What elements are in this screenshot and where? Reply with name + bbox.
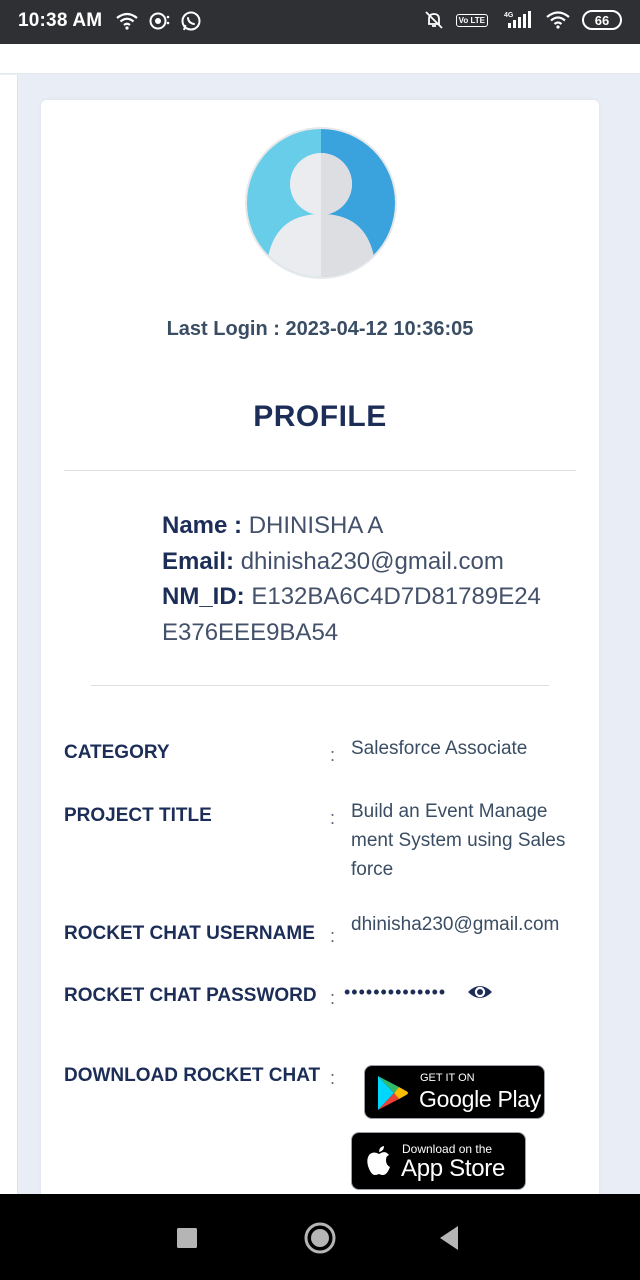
name-value: DHINISHA A [248, 512, 384, 539]
divider [91, 685, 549, 686]
status-left-icons [116, 10, 202, 32]
google-play-badge[interactable]: GET IT ON Google Play [364, 1065, 545, 1119]
separator: : [330, 745, 336, 765]
nmid-row: NM_ID: E132BA6C4D7D81789E24 E376EEE9BA54 [162, 579, 562, 650]
google-play-icon [378, 1076, 408, 1110]
signal-icon: 4G [504, 11, 531, 28]
apple-icon [367, 1146, 390, 1175]
project-title-label: PROJECT TITLE [64, 805, 212, 826]
chat-bubble-icon [149, 12, 170, 30]
google-play-big-text: Google Play [419, 1086, 541, 1112]
category-value: Salesforce Associate [351, 738, 528, 759]
divider [64, 470, 576, 471]
back-button[interactable] [438, 1225, 460, 1251]
app-store-small-text: Download on the [402, 1142, 493, 1156]
profile-card: Last Login : 2023-04-12 10:36:05 PROFILE… [41, 100, 599, 1200]
status-bar: 10:38 AM Vo LTE 4G 66 [0, 0, 640, 44]
email-value: dhinisha230@gmail.com [240, 547, 504, 575]
muted-bell-icon [424, 11, 443, 29]
battery-icon: 66 [582, 10, 622, 30]
name-label: Name : [162, 512, 243, 539]
navigation-bar [0, 1194, 640, 1280]
download-rocket-chat-label: DOWNLOAD ROCKET CHAT [64, 1065, 321, 1086]
app-store-badge[interactable]: Download on the App Store [351, 1132, 526, 1190]
email-label: Email: [162, 547, 235, 575]
separator: : [330, 926, 336, 946]
wifi-icon [116, 12, 138, 30]
rocket-chat-password-label: ROCKET CHAT PASSWORD [64, 985, 317, 1006]
wifi-icon [546, 11, 570, 29]
show-password-eye-icon[interactable] [466, 982, 494, 1002]
svg-text:4G: 4G [504, 12, 514, 19]
separator: : [330, 808, 336, 828]
whatsapp-icon [181, 11, 201, 31]
left-sidebar-rail [0, 75, 18, 1195]
project-title-value: Build an Event Manage ment System using … [351, 801, 566, 880]
category-label: CATEGORY [64, 742, 170, 763]
last-login-value: 2023-04-12 10:36:05 [285, 318, 474, 340]
status-time: 10:38 AM [18, 10, 103, 31]
separator: : [330, 1068, 336, 1088]
page-title: PROFILE [253, 400, 387, 433]
volte-icon: Vo LTE [455, 13, 488, 27]
name-row: Name : DHINISHA A [162, 508, 562, 544]
google-play-small-text: GET IT ON [420, 1072, 475, 1084]
status-right-icons: Vo LTE 4G 66 [424, 10, 622, 30]
nmid-label: NM_ID: [162, 583, 245, 610]
email-row: Email: dhinisha230@gmail.com [162, 544, 562, 580]
profile-info: Name : DHINISHA A Email: dhinisha230@gma… [162, 508, 562, 650]
separator: : [330, 988, 336, 1008]
avatar [245, 127, 397, 279]
last-login: Last Login : 2023-04-12 10:36:05 [41, 318, 599, 341]
last-login-label: Last Login : [166, 318, 280, 340]
rocket-chat-username-label: ROCKET CHAT USERNAME [64, 923, 315, 944]
app-header [0, 44, 640, 74]
recents-button[interactable] [176, 1227, 198, 1249]
home-button[interactable] [303, 1221, 337, 1255]
password-value: •••••••••••••• [344, 982, 447, 1002]
app-store-big-text: App Store [401, 1155, 506, 1182]
rocket-chat-username-value: dhinisha230@gmail.com [351, 914, 560, 935]
